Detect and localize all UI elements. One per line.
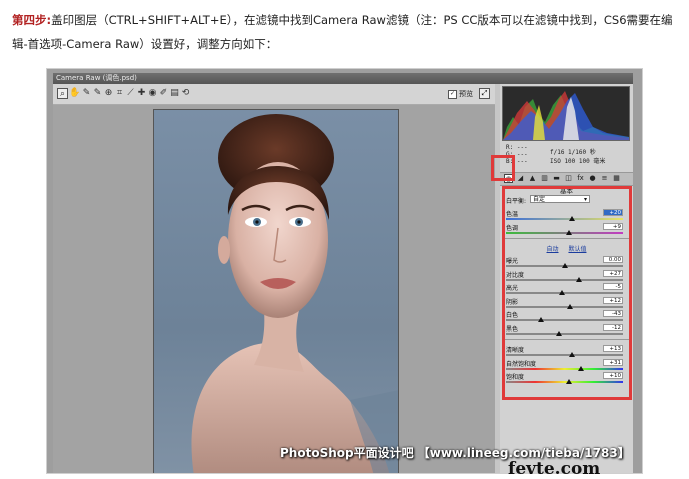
rotate-icon[interactable]: ⟲ [180, 88, 191, 99]
tone-curve-tab-icon[interactable]: ◢ [516, 174, 525, 183]
preview-checkbox[interactable]: ✓ 预览 [448, 89, 473, 99]
portrait-image [191, 114, 398, 473]
intro-paragraph: 第四步:盖印图层（CTRL+SHIFT+ALT+E），在滤镜中找到Camera … [12, 8, 684, 56]
lens-tab-icon[interactable]: ◫ [564, 174, 573, 183]
highlight-basic-panel [502, 186, 632, 400]
hsl-tab-icon[interactable]: ▥ [540, 174, 549, 183]
preview-canvas [53, 105, 495, 473]
iso-readout: ISO 100 100 毫米 [550, 158, 606, 165]
targeted-adjust-icon[interactable]: ⊕ [103, 88, 114, 99]
adjustment-brush-icon[interactable]: ✐ [158, 88, 169, 99]
highlight-basic-tab [491, 155, 515, 181]
spot-removal-icon[interactable]: ✚ [136, 88, 147, 99]
red-eye-icon[interactable]: ◉ [147, 88, 158, 99]
fullscreen-icon[interactable]: ⤢ [479, 88, 490, 99]
straighten-icon[interactable]: ⟋ [125, 88, 136, 99]
portrait-photo [153, 109, 399, 473]
checkbox-icon[interactable]: ✓ [448, 89, 457, 99]
hand-icon[interactable]: ✋ [69, 88, 80, 99]
preview-label: 预览 [459, 90, 473, 98]
detail-tab-icon[interactable]: ▲ [528, 174, 537, 183]
panel-tabs: ◉ ◢ ▲ ▥ ▬ ◫ fx ● ≡ ▦ [500, 172, 633, 186]
step-label: 第四步: [12, 13, 52, 27]
graduated-filter-icon[interactable]: ▤ [169, 88, 180, 99]
r-readout: R: --- [506, 144, 528, 151]
color-sampler-icon[interactable]: ✎ [92, 88, 103, 99]
exposure-readout: f/16 1/160 秒 [550, 149, 596, 156]
presets-tab-icon[interactable]: ≡ [600, 174, 609, 183]
camera-readout: R: --- G: --- B: --- f/16 1/160 秒 ISO 10… [502, 144, 630, 168]
crop-icon[interactable]: ⌗ [114, 88, 125, 99]
effects-tab-icon[interactable]: fx [576, 174, 585, 183]
split-toning-tab-icon[interactable]: ▬ [552, 174, 561, 183]
histogram-chart [503, 91, 629, 140]
histogram [502, 86, 630, 141]
toolbar: ⌕ ✋ ✎ ✎ ⊕ ⌗ ⟋ ✚ ◉ ✐ ▤ ⟲ ✓ 预览 ⤢ [53, 84, 495, 105]
white-balance-icon[interactable]: ✎ [81, 88, 92, 99]
snapshots-tab-icon[interactable]: ▦ [612, 174, 621, 183]
zoom-icon[interactable]: ⌕ [57, 88, 68, 99]
camera-calibration-tab-icon[interactable]: ● [588, 174, 597, 183]
brand-logo: fevte.com [508, 459, 601, 479]
dialog-title: Camera Raw (调色.psd) [53, 73, 633, 84]
intro-text: 盖印图层（CTRL+SHIFT+ALT+E），在滤镜中找到Camera Raw滤… [12, 13, 673, 51]
